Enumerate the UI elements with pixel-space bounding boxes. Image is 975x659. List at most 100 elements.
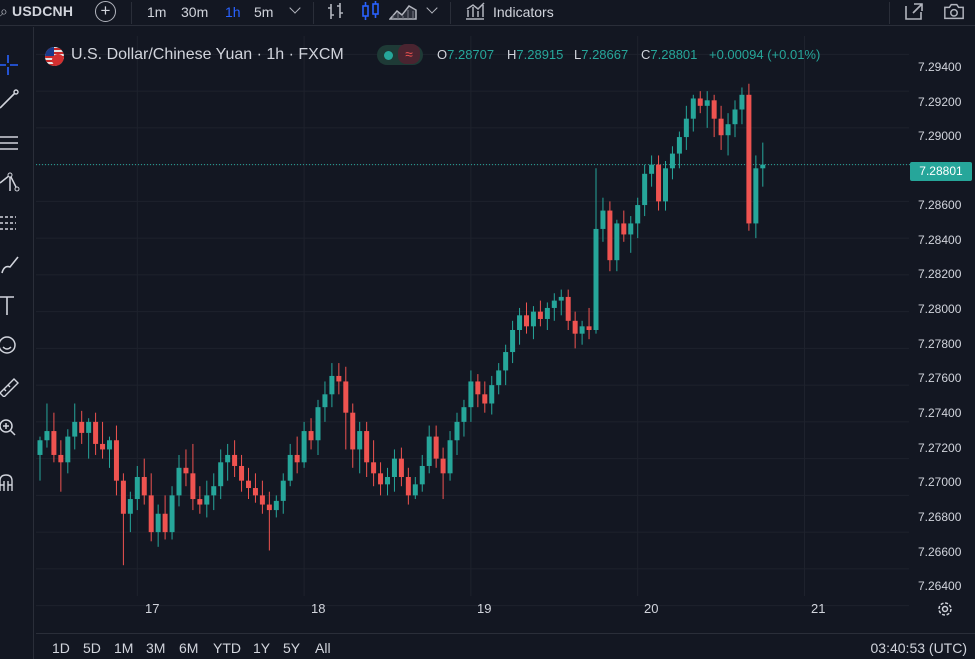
trend-line-icon[interactable] [0, 87, 22, 111]
candle-down [120, 480, 126, 514]
price-axis-label: 7.27200 [918, 441, 962, 455]
candle-down [621, 223, 627, 235]
price-axis-label: 7.27600 [918, 371, 962, 385]
candle-down [350, 412, 356, 450]
forecast-tool-icon[interactable] [0, 211, 22, 235]
utc-clock[interactable]: 03:40:53 (UTC) [871, 640, 967, 656]
time-axis-label: 21 [811, 601, 826, 616]
candle-up [329, 375, 335, 395]
candle-down [405, 477, 411, 496]
range-6m-button[interactable]: 6M [179, 640, 198, 656]
text-tool-icon[interactable] [0, 293, 22, 317]
candle-up [357, 431, 363, 450]
candle-up [558, 296, 564, 301]
price-axis-label: 7.26800 [918, 510, 962, 524]
candle-down [586, 326, 592, 330]
candle-up [44, 431, 50, 441]
zoom-in-icon[interactable] [0, 415, 22, 439]
legend-change: +0.00094 (+0.01%) [709, 47, 821, 62]
candle-up [385, 477, 390, 485]
interval-5m-button[interactable]: 5m [254, 2, 273, 22]
candle-down [294, 454, 300, 463]
bar-chart-type-icon[interactable] [326, 1, 348, 21]
candle-up [301, 431, 307, 463]
range-5d-button[interactable]: 5D [83, 640, 101, 656]
candle-up [704, 100, 710, 106]
candle-up [280, 480, 286, 501]
symbol-flag-icon [45, 47, 64, 66]
ruler-icon[interactable] [0, 373, 22, 397]
candle-down [572, 320, 578, 334]
toolbar-divider [131, 2, 132, 24]
price-axis-label: 7.27800 [918, 337, 962, 351]
candle-up [725, 124, 731, 136]
range-1d-button[interactable]: 1D [52, 640, 70, 656]
candle-down [433, 436, 439, 459]
range-1m-button[interactable]: 1M [114, 640, 133, 656]
time-axis-label: 20 [644, 601, 659, 616]
candle-down [746, 94, 752, 224]
candle-down [252, 488, 258, 496]
fullscreen-icon[interactable] [903, 1, 925, 21]
price-chart[interactable] [36, 36, 975, 624]
candle-down [239, 465, 245, 481]
range-ytd-button[interactable]: YTD [213, 640, 241, 656]
candle-up [391, 458, 397, 477]
chart-settings-icon[interactable] [936, 600, 954, 618]
crosshair-icon[interactable] [0, 53, 22, 77]
legend-open: O7.28707 [437, 47, 495, 62]
range-1y-button[interactable]: 1Y [253, 640, 270, 656]
emoji-icon[interactable] [0, 333, 22, 357]
area-chart-type-icon[interactable] [389, 1, 417, 21]
symbol-label: USDCNH [12, 3, 74, 19]
interval-dropdown-icon[interactable] [289, 2, 301, 14]
candle-up [496, 370, 502, 386]
time-axis-label: 18 [311, 601, 326, 616]
candle-down [378, 473, 384, 485]
candle-up [676, 137, 682, 154]
candle-up [579, 326, 585, 334]
candle-down [190, 473, 196, 500]
range-3m-button[interactable]: 3M [146, 640, 165, 656]
price-axis-label: 7.28200 [918, 267, 962, 281]
indicators-button[interactable]: Indicators [493, 2, 554, 22]
data-delay-icon: ≈ [398, 44, 420, 64]
candle-up [510, 330, 516, 353]
candle-down [232, 454, 238, 466]
candle-up [530, 311, 536, 327]
candle-down [79, 421, 85, 433]
candle-down [246, 480, 251, 489]
candle-down [308, 431, 314, 441]
compare-symbol-button[interactable]: + [95, 1, 116, 22]
drawing-toolbar [0, 27, 34, 659]
candle-down [607, 210, 613, 261]
candles-chart-type-icon[interactable] [360, 1, 382, 21]
chart-type-dropdown-icon[interactable] [426, 2, 438, 14]
symbol-search[interactable]: ⌕ USDCNH [0, 3, 73, 20]
top-toolbar: ⌕ USDCNH + 1m 30m 1h 5m Indicators [0, 0, 975, 26]
time-axis-label: 19 [477, 601, 492, 616]
candle-up [127, 499, 133, 514]
candle-down [371, 462, 377, 474]
market-open-icon [384, 51, 393, 60]
candle-down [197, 499, 203, 505]
pattern-tool-icon[interactable] [0, 171, 22, 195]
candle-up [593, 228, 599, 330]
brush-icon[interactable] [0, 253, 22, 277]
interval-1m-button[interactable]: 1m [147, 2, 166, 22]
interval-30m-button[interactable]: 30m [181, 2, 208, 22]
candle-up [273, 500, 279, 511]
candle-down [162, 513, 168, 533]
candle-down [364, 431, 370, 463]
candle-up [663, 168, 668, 202]
indicators-icon[interactable] [464, 1, 486, 21]
interval-1h-button[interactable]: 1h [225, 2, 241, 22]
price-axis-label: 7.28400 [918, 233, 962, 247]
fib-retracement-icon[interactable] [0, 131, 22, 155]
range-5y-button[interactable]: 5Y [283, 640, 300, 656]
candle-up [753, 168, 759, 224]
magnet-icon[interactable] [0, 471, 22, 495]
camera-icon[interactable] [943, 1, 965, 21]
range-all-button[interactable]: All [315, 640, 331, 656]
candle-up [690, 98, 696, 119]
